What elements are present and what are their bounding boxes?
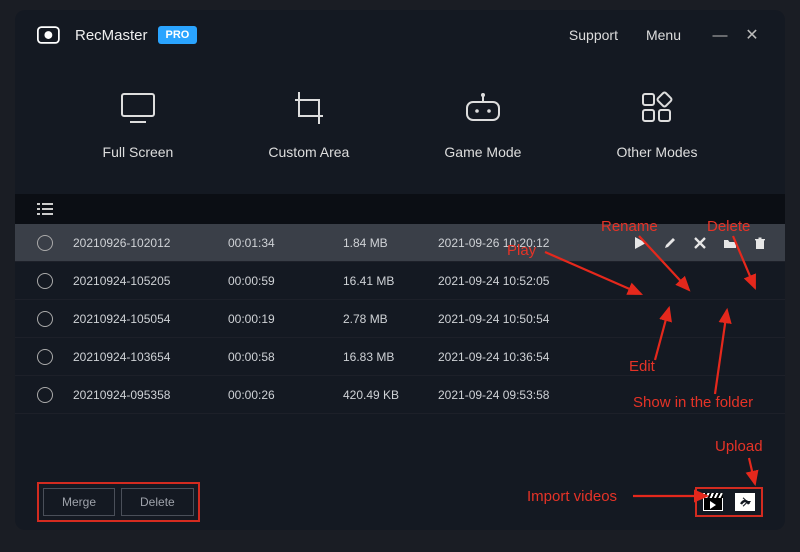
- cell-name: 20210926-102012: [73, 236, 228, 250]
- app-name: RecMaster: [75, 27, 148, 44]
- delete-button[interactable]: Delete: [121, 488, 194, 516]
- rename-icon[interactable]: [693, 236, 707, 250]
- upload-icon[interactable]: [735, 493, 755, 511]
- edit-icon[interactable]: [663, 236, 677, 250]
- app-logo-icon: [37, 24, 65, 46]
- cell-size: 1.84 MB: [343, 236, 438, 250]
- folder-icon[interactable]: [723, 236, 737, 250]
- recording-row[interactable]: 20210924-105205 00:00:59 16.41 MB 2021-0…: [15, 262, 785, 300]
- cell-duration: 00:00:58: [228, 350, 343, 364]
- mode-game[interactable]: Game Mode: [444, 90, 521, 160]
- list-view-icon[interactable]: [37, 202, 53, 216]
- crop-icon: [289, 90, 329, 126]
- mode-custom-area[interactable]: Custom Area: [268, 90, 349, 160]
- play-icon[interactable]: [633, 236, 647, 250]
- mode-other[interactable]: Other Modes: [617, 90, 698, 160]
- delete-icon[interactable]: [753, 236, 767, 250]
- minimize-button[interactable]: —: [709, 27, 731, 44]
- title-bar: RecMaster PRO Support Menu — ✕: [15, 10, 785, 60]
- cell-name: 20210924-105054: [73, 312, 228, 326]
- cell-size: 16.41 MB: [343, 274, 438, 288]
- cell-duration: 00:01:34: [228, 236, 343, 250]
- recording-row[interactable]: 20210924-103654 00:00:58 16.83 MB 2021-0…: [15, 338, 785, 376]
- cell-date: 2021-09-24 10:36:54: [438, 350, 608, 364]
- recording-row[interactable]: 20210926-102012 00:01:34 1.84 MB 2021-09…: [15, 224, 785, 262]
- row-actions: [633, 236, 767, 250]
- pro-badge: PRO: [158, 26, 198, 44]
- row-checkbox[interactable]: [37, 235, 53, 251]
- cell-duration: 00:00:19: [228, 312, 343, 326]
- mode-label: Custom Area: [268, 144, 349, 160]
- list-header-bar: [15, 194, 785, 224]
- cell-duration: 00:00:59: [228, 274, 343, 288]
- cell-date: 2021-09-24 10:50:54: [438, 312, 608, 326]
- mode-full-screen[interactable]: Full Screen: [103, 90, 174, 160]
- recording-row[interactable]: 20210924-095358 00:00:26 420.49 KB 2021-…: [15, 376, 785, 414]
- cell-date: 2021-09-24 10:52:05: [438, 274, 608, 288]
- cell-date: 2021-09-26 10:20:12: [438, 236, 608, 250]
- grid-icon: [637, 90, 677, 126]
- mode-label: Other Modes: [617, 144, 698, 160]
- cell-size: 420.49 KB: [343, 388, 438, 402]
- gamepad-icon: [463, 90, 503, 126]
- cell-date: 2021-09-24 09:53:58: [438, 388, 608, 402]
- support-link[interactable]: Support: [569, 27, 618, 43]
- cell-size: 16.83 MB: [343, 350, 438, 364]
- row-checkbox[interactable]: [37, 273, 53, 289]
- recordings-list: 20210926-102012 00:01:34 1.84 MB 2021-09…: [15, 224, 785, 414]
- footer-icon-group: [695, 487, 763, 517]
- app-window: RecMaster PRO Support Menu — ✕ Full Scre…: [15, 10, 785, 530]
- row-checkbox[interactable]: [37, 311, 53, 327]
- mode-label: Game Mode: [444, 144, 521, 160]
- footer-button-group: Merge Delete: [37, 482, 200, 522]
- footer-bar: Merge Delete: [15, 482, 785, 522]
- row-checkbox[interactable]: [37, 349, 53, 365]
- row-checkbox[interactable]: [37, 387, 53, 403]
- cell-name: 20210924-103654: [73, 350, 228, 364]
- cell-duration: 00:00:26: [228, 388, 343, 402]
- annotation-upload: Upload: [715, 438, 763, 455]
- menu-link[interactable]: Menu: [646, 27, 681, 43]
- mode-toolbar: Full Screen Custom Area Game Mode Other …: [15, 60, 785, 194]
- import-videos-icon[interactable]: [703, 493, 723, 511]
- mode-label: Full Screen: [103, 144, 174, 160]
- merge-button[interactable]: Merge: [43, 488, 115, 516]
- close-button[interactable]: ✕: [741, 25, 763, 45]
- cell-name: 20210924-105205: [73, 274, 228, 288]
- cell-name: 20210924-095358: [73, 388, 228, 402]
- monitor-icon: [118, 90, 158, 126]
- cell-size: 2.78 MB: [343, 312, 438, 326]
- recording-row[interactable]: 20210924-105054 00:00:19 2.78 MB 2021-09…: [15, 300, 785, 338]
